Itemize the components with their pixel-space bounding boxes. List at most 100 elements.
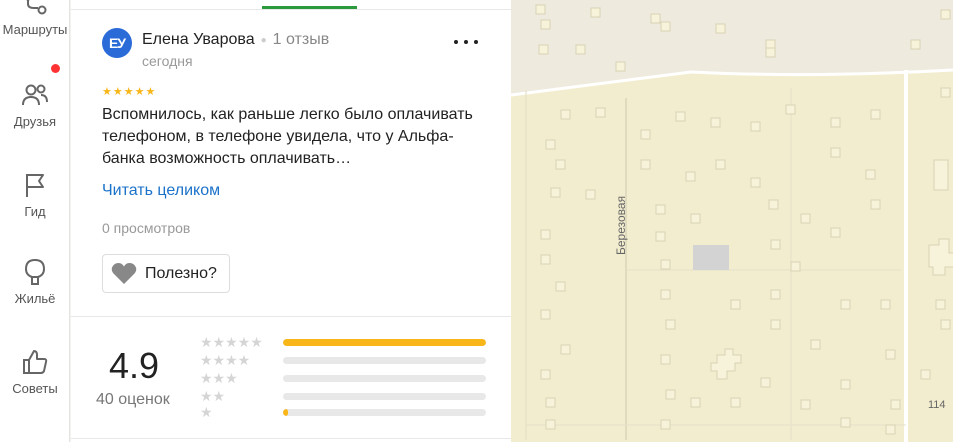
map-building [830,117,841,128]
map-building [538,44,549,55]
thumb-up-icon [23,350,48,374]
star-icon: ★ [145,86,156,98]
map-building [750,177,761,188]
map-building [585,189,596,200]
map-building [715,23,726,34]
map-building [660,289,671,300]
more-options-button[interactable] [454,34,478,50]
avatar[interactable]: ЕУ [102,28,132,58]
map-building [665,389,676,400]
map-building [810,339,821,350]
map-building [575,44,586,55]
histogram-row-5: ★★★★★ [200,335,500,349]
histogram-stars-icon: ★ [200,404,213,420]
left-nav-rail: Маршруты Друзья Гид Жильё Советы [0,0,70,442]
map-building [690,213,701,224]
map-building [765,47,776,58]
histogram-stars-icon: ★★★★★ [200,334,263,350]
histogram-stars-icon: ★★★★ [200,352,251,368]
tab-divider [71,9,511,10]
review-star-rating: ★ ★ ★ ★ ★ [102,87,155,98]
street-label: Березовая [614,195,628,255]
map-building [685,171,696,182]
map-building [550,187,561,198]
avatar-initials: ЕУ [108,35,126,51]
map-building [885,349,896,360]
review-panel: ЕУ Елена Уварова ● 1 отзыв сегодня ★ ★ ★ ★ ★… [71,0,511,442]
nav-item-housing[interactable]: Жильё [0,257,70,306]
notification-dot [51,64,60,73]
review-text: Вспомнилось, как раньше легко было оплач… [102,106,473,167]
star-icon: ★ [102,86,112,98]
section-divider [71,438,511,439]
map-building [660,419,671,430]
map-building [920,369,931,380]
map-building [655,204,666,215]
map-building [830,147,841,158]
map-building [540,19,551,30]
map-building [870,109,881,120]
map-building [800,399,811,410]
histogram-stars-icon: ★★ [200,388,226,404]
map-building [540,369,551,380]
map-building [880,299,891,310]
read-more-link[interactable]: Читать целиком [102,182,220,200]
histogram-bar [283,392,486,400]
separator-dot: ● [260,34,267,46]
map-building [840,379,851,390]
map-building [770,239,781,250]
useful-label: Полезно? [145,264,217,282]
nav-label-housing: Жильё [14,291,56,306]
map-building [560,344,571,355]
heart-icon [111,262,137,284]
nav-label-tips: Советы [12,381,58,396]
map-building [770,319,781,330]
route-icon [25,0,47,15]
histogram-row-1: ★ [200,405,500,419]
star-icon: ★ [112,86,123,98]
histogram-bar-fill [283,408,289,416]
map-building [935,299,946,310]
map-building [730,397,741,408]
histogram-bar-fill [283,338,486,346]
nav-item-guide[interactable]: Гид [0,170,70,219]
map-building [595,107,606,118]
nav-item-routes[interactable]: Маршруты [0,0,70,37]
histogram-bar [283,374,486,382]
map-building [940,9,951,20]
nav-label-friends: Друзья [13,114,57,129]
map-building [545,139,556,150]
author-name[interactable]: Елена Уварова [142,31,255,49]
average-rating: 4.9 [109,345,160,386]
map-building [545,397,556,408]
nav-item-tips[interactable]: Советы [0,347,70,396]
map-building [715,159,726,170]
map-building [940,87,951,98]
active-tab-indicator [262,6,357,9]
map-building [785,104,796,115]
map-building [830,227,841,238]
map-canvas [511,0,953,442]
histogram-bar [283,338,486,346]
star-icon: ★ [134,86,145,98]
map-building [660,354,671,365]
map-building [885,424,896,435]
map-building [660,259,671,270]
map-building [790,261,801,272]
map-building [650,13,661,24]
nav-label-guide: Гид [24,204,46,219]
house-icon [24,258,46,285]
histogram-stars-icon: ★★★ [200,370,238,386]
nav-label-routes: Маршруты [2,22,68,37]
friends-icon [22,84,48,106]
useful-button[interactable]: Полезно? [102,254,230,293]
map-view[interactable]: Березовая 114 [511,0,953,442]
map-building [555,159,566,170]
more-dot-icon [464,40,468,44]
map-building [870,199,881,210]
map-building [940,319,951,330]
map-building [910,39,921,50]
nav-item-friends[interactable]: Друзья [0,64,70,129]
map-building [660,21,671,32]
more-dot-icon [474,40,478,44]
